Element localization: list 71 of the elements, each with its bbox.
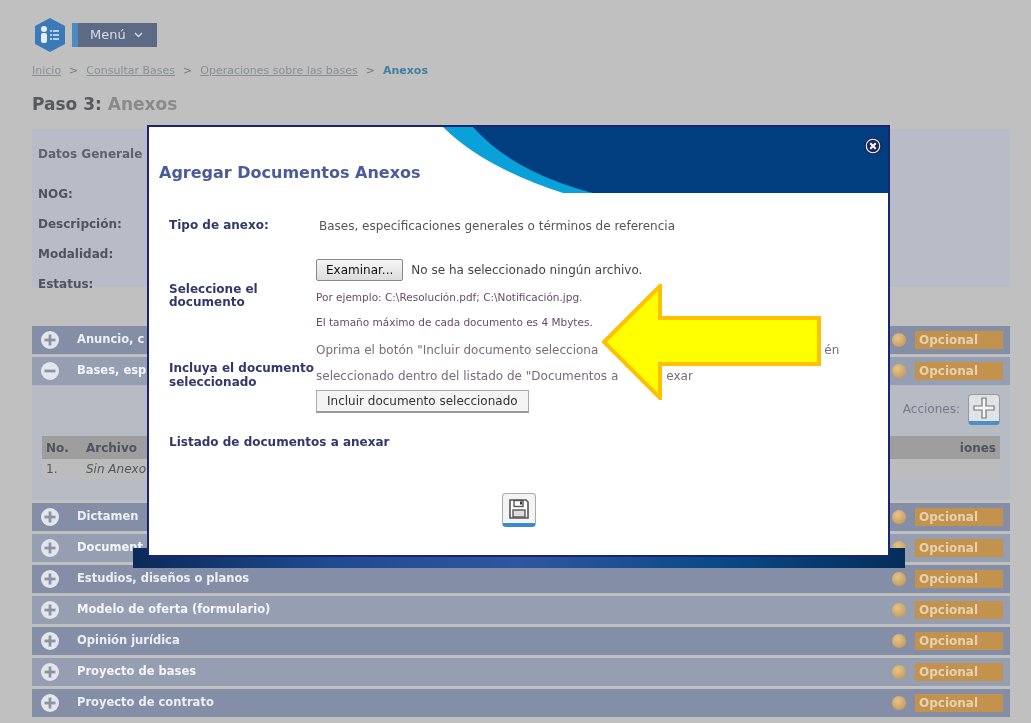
section-title: Proyecto de contrato	[77, 694, 214, 712]
status-dot	[892, 696, 906, 710]
status-dot	[892, 665, 906, 679]
breadcrumb-separator: >	[69, 64, 79, 77]
browse-button[interactable]: Examinar...	[316, 259, 404, 281]
expand-icon[interactable]	[41, 601, 59, 619]
step-label: Paso 3:	[32, 93, 102, 114]
section-header[interactable]: Proyecto de bases Opcional	[32, 658, 1010, 686]
section-title: Estudios, diseños o planos	[77, 570, 250, 588]
status-badge: Opcional	[915, 539, 1003, 557]
menu-button[interactable]: Menú	[72, 23, 157, 47]
panel-title: Datos Generale	[38, 146, 143, 163]
save-button[interactable]	[501, 492, 536, 527]
status-dot	[892, 572, 906, 586]
breadcrumb-separator: >	[183, 64, 193, 77]
section-title: Opinión jurídica	[77, 632, 180, 650]
section-title: Anuncio, c	[77, 331, 145, 349]
hint-text: El tamaño máximo de cada documento es 4 Mbytes.	[316, 314, 593, 330]
section-title: Proyecto de bases	[77, 663, 197, 681]
breadcrumb-separator: >	[365, 64, 375, 77]
expand-icon[interactable]	[41, 539, 59, 557]
status-dot	[892, 634, 906, 648]
instruction-text: seleccionado dentro del listado de "Documentos a	[316, 367, 619, 385]
field-label: Seleccione el documento	[169, 282, 259, 309]
status-badge: Opcional	[915, 508, 1003, 526]
status-badge: Opcional	[915, 632, 1003, 650]
include-button[interactable]: Incluir documento seleccionado	[316, 389, 529, 413]
section-title: Dictamen	[77, 508, 139, 526]
status-badge: Opcional	[915, 694, 1003, 712]
field-label: Descripción:	[38, 216, 122, 233]
table-cell: 1.	[42, 459, 82, 479]
field-label: Incluya el documento seleccionado	[169, 362, 315, 389]
section-heading: Listado de documentos a anexar	[169, 433, 390, 451]
field-label: NOG:	[38, 186, 73, 203]
status-badge: Opcional	[915, 601, 1003, 619]
section-header[interactable]: Proyecto de contrato Opcional	[32, 689, 1010, 717]
field-value: Bases, especificaciones generales o términos de referencia	[319, 218, 675, 235]
section-header[interactable]: Modelo de oferta (formulario) Opcional	[32, 596, 1010, 624]
expand-icon[interactable]	[41, 663, 59, 681]
status-dot	[892, 364, 906, 378]
instruction-text: én	[824, 341, 840, 359]
add-button[interactable]	[968, 393, 1000, 425]
file-status: No se ha seleccionado ningún archivo.	[411, 262, 643, 279]
section-title: Modelo de oferta (formulario)	[77, 601, 271, 619]
breadcrumb-current: Anexos	[382, 64, 428, 77]
section-header[interactable]: Opinión jurídica Opcional	[32, 627, 1010, 655]
actions-label: Acciones:	[902, 401, 960, 418]
status-badge: Opcional	[915, 362, 1003, 380]
expand-icon[interactable]	[41, 508, 59, 526]
section-title: Bases, esp	[77, 362, 147, 380]
expand-icon[interactable]	[41, 570, 59, 588]
dialog-title: Agregar Documentos Anexos	[159, 163, 421, 182]
status-badge: Opcional	[915, 663, 1003, 681]
status-badge: Opcional	[915, 570, 1003, 588]
status-dot	[892, 510, 906, 524]
hint-text: Por ejemplo: C:\Resolución.pdf; C:\Notificación.jpg.	[316, 290, 583, 305]
collapse-icon[interactable]	[41, 362, 59, 380]
chevron-down-icon	[133, 32, 143, 38]
expand-icon[interactable]	[41, 694, 59, 712]
instruction-text: exar	[666, 367, 693, 385]
instruction-text: Oprima el botón "Incluir documento selecciona	[316, 341, 599, 359]
logo-icon	[32, 17, 68, 53]
expand-icon[interactable]	[41, 331, 59, 349]
column-header: No.	[42, 436, 82, 459]
status-dot	[892, 333, 906, 347]
field-label: Tipo de anexo:	[169, 219, 269, 233]
expand-icon[interactable]	[41, 632, 59, 650]
field-label: Estatus:	[38, 276, 94, 293]
status-badge: Opcional	[915, 331, 1003, 349]
status-dot	[892, 603, 906, 617]
field-label: Modalidad:	[38, 246, 114, 263]
